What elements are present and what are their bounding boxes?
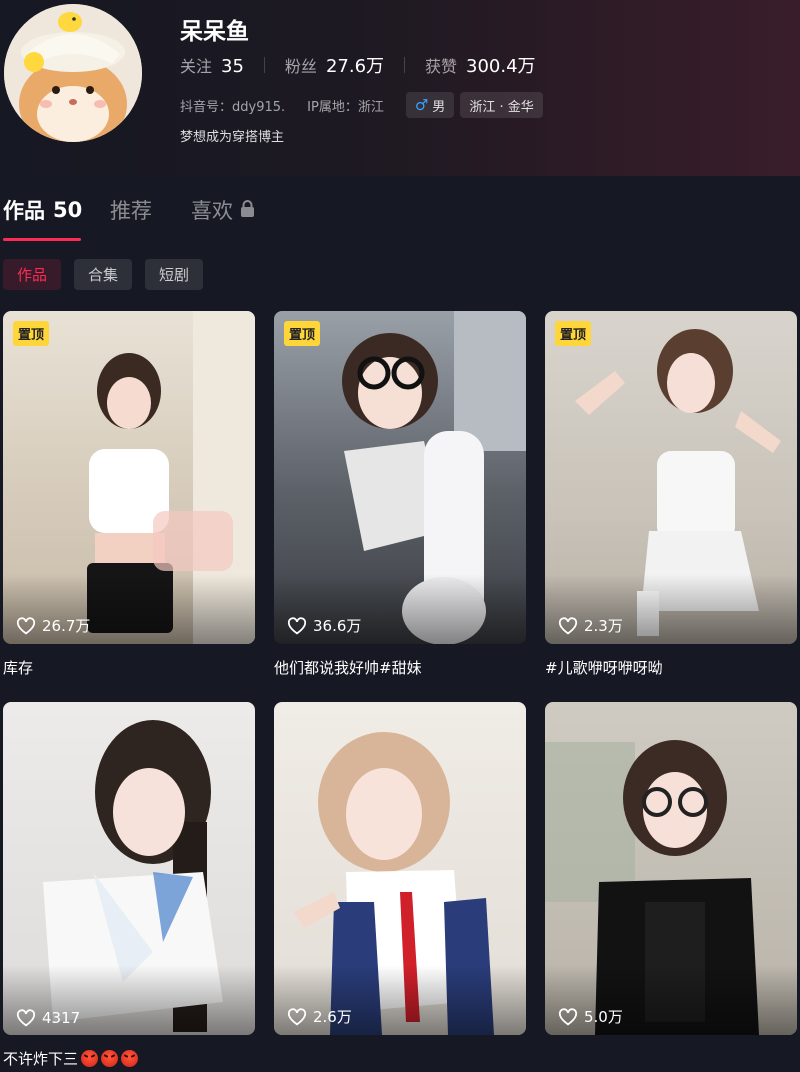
subtab-collections[interactable]: 合集: [74, 259, 133, 290]
video-thumbnail[interactable]: 置顶 36.6万: [274, 311, 526, 644]
angry-emoji-icon: [101, 1050, 119, 1067]
stat-label: 关注: [180, 57, 213, 76]
pinned-badge: 置顶: [284, 321, 321, 346]
video-preview-image: [43, 720, 223, 1032]
heart-icon: [287, 1007, 307, 1025]
video-preview-image: [342, 311, 526, 644]
video-thumbnail[interactable]: 置顶 2.3万: [545, 311, 797, 644]
subtab-works[interactable]: 作品: [3, 259, 62, 290]
video-caption: 库存: [3, 659, 34, 677]
nickname: 呆呆鱼: [180, 19, 249, 45]
divider: [263, 57, 265, 73]
angry-emoji-icon: [121, 1050, 139, 1067]
video-card[interactable]: 置顶 2.3万 #儿歌咿呀咿呀呦: [545, 311, 797, 677]
pinned-badge: 置顶: [13, 321, 50, 346]
like-count: 2.6万: [287, 1006, 352, 1027]
bio: 梦想成为穿搭博主: [180, 130, 285, 145]
stat-value: 300.4万: [466, 56, 536, 77]
subtabs: 作品 合集 短剧: [3, 259, 216, 290]
following-stat[interactable]: 关注 35: [180, 53, 244, 77]
followers-stat[interactable]: 粉丝 27.6万: [285, 52, 384, 78]
video-card[interactable]: 置顶 36.6万 他们都说我好帅#甜妹: [274, 311, 526, 677]
video-preview-image: [545, 740, 759, 1035]
like-value: 26.7万: [42, 617, 91, 635]
profile-header: 呆呆鱼 关注 35 粉丝 27.6万 获赞 300.4万 抖音号：ddy915.…: [0, 0, 800, 176]
stat-value: 27.6万: [325, 56, 385, 77]
pinned-badge: 置顶: [555, 321, 592, 346]
profile-stats: 关注 35 粉丝 27.6万 获赞 300.4万: [180, 52, 536, 78]
heart-icon: [558, 1007, 578, 1025]
video-card[interactable]: 置顶 26.7万 库存: [3, 311, 255, 677]
video-thumbnail[interactable]: 5.0万: [545, 702, 797, 1035]
gender-label: 男: [432, 99, 446, 115]
like-count: 2.3万: [558, 615, 623, 636]
likes-stat: 获赞 300.4万: [425, 52, 536, 78]
video-card[interactable]: 4317 不许炸下三: [3, 702, 255, 1068]
video-thumbnail[interactable]: 2.6万: [274, 702, 526, 1035]
like-count: 26.7万: [16, 615, 90, 636]
hamster-avatar-icon: [4, 4, 142, 142]
like-count: 4317: [16, 1009, 80, 1027]
male-icon: ♂: [414, 96, 429, 114]
video-caption: 他们都说我好帅#甜妹: [274, 659, 422, 677]
video-card[interactable]: 5.0万: [545, 702, 797, 1035]
like-count: 5.0万: [558, 1006, 623, 1027]
tab-label: 喜欢: [191, 199, 233, 223]
tab-count: 50: [53, 198, 83, 222]
video-thumbnail[interactable]: 4317: [3, 702, 255, 1035]
divider: [404, 57, 406, 73]
tab-label: 推荐: [110, 199, 152, 223]
like-value: 2.6万: [313, 1008, 352, 1026]
video-preview-image: [87, 311, 255, 644]
stat-label: 粉丝: [284, 57, 317, 76]
ip-location: IP属地：浙江: [307, 99, 384, 115]
video-caption: #儿歌咿呀咿呀呦: [545, 659, 663, 677]
video-preview-image: [294, 732, 494, 1035]
heart-icon: [558, 616, 578, 634]
douyin-id: 抖音号：ddy915.: [180, 99, 286, 115]
video-card[interactable]: 2.6万: [274, 702, 526, 1035]
region-tag: 浙江 · 金华: [460, 92, 543, 118]
tab-indicator: [3, 238, 81, 241]
profile-tabs: 作品 50 推荐 喜欢: [0, 195, 800, 243]
avatar[interactable]: [4, 4, 142, 142]
caption-text: 不许炸下三: [3, 1050, 79, 1068]
subtab-short-dramas[interactable]: 短剧: [145, 259, 204, 290]
angry-emoji-icon: [81, 1050, 99, 1067]
heart-icon: [287, 616, 307, 634]
heart-icon: [16, 616, 36, 634]
stat-value: 35: [221, 56, 244, 77]
tab-recommend[interactable]: 推荐: [110, 195, 152, 225]
like-value: 2.3万: [584, 617, 623, 635]
tab-label: 作品: [3, 199, 45, 223]
stat-label: 获赞: [425, 57, 458, 76]
profile-meta: 抖音号：ddy915. IP属地：浙江 ♂ 男 浙江 · 金华: [180, 92, 543, 118]
tab-works[interactable]: 作品 50: [3, 195, 82, 225]
gender-tag: ♂ 男: [405, 92, 455, 118]
like-value: 5.0万: [584, 1008, 623, 1026]
like-value: 4317: [42, 1009, 81, 1027]
tab-likes[interactable]: 喜欢: [191, 195, 255, 225]
heart-icon: [16, 1009, 36, 1027]
video-thumbnail[interactable]: 置顶 26.7万: [3, 311, 255, 644]
like-count: 36.6万: [287, 615, 361, 636]
video-caption: 不许炸下三: [3, 1048, 255, 1069]
like-value: 36.6万: [313, 617, 362, 635]
video-preview-image: [575, 329, 781, 636]
lock-icon: [240, 198, 255, 222]
